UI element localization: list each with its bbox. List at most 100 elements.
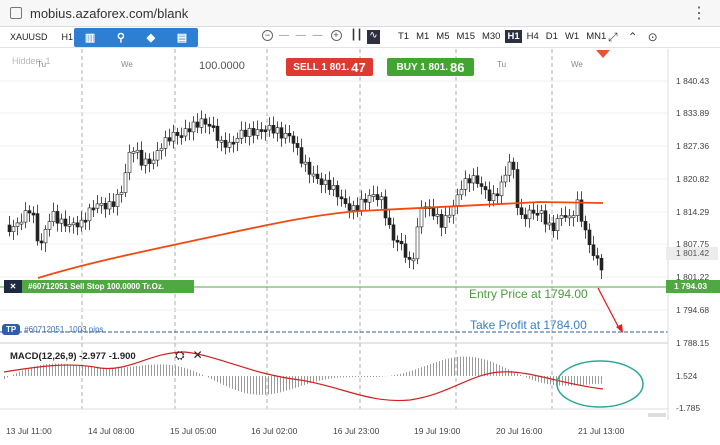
candle	[555, 218, 560, 231]
candle	[403, 243, 408, 258]
candle	[187, 128, 192, 133]
volume-input[interactable]: 100.0000	[199, 60, 245, 72]
time-axis-label: 16 Jul 23:00	[333, 426, 380, 436]
candle	[271, 125, 276, 134]
macd-histogram-bar	[337, 376, 338, 378]
buy-button[interactable]: BUY 1 801. 86	[387, 58, 474, 76]
tp-badge: TP	[2, 324, 21, 335]
pending-order-tag[interactable]: ✕ #60712051 Sell Stop 100.0000 Tr.Oz.	[4, 280, 194, 293]
candle	[395, 239, 400, 243]
macd-histogram-bar	[589, 376, 590, 385]
candle	[443, 215, 448, 228]
candle	[311, 173, 316, 177]
macd-histogram-bar	[358, 376, 359, 378]
macd-histogram-bar	[238, 376, 239, 392]
candle	[135, 149, 140, 153]
price-axis-label: 1 788.15	[676, 338, 710, 348]
candle	[259, 129, 264, 132]
macd-histogram-bar	[283, 376, 284, 392]
macd-histogram-bar	[409, 371, 410, 376]
candle	[283, 132, 288, 139]
take-profit-annotation: Take Profit at 1784.00	[470, 318, 587, 332]
macd-histogram-bar	[235, 376, 236, 390]
candle	[147, 158, 152, 164]
candle	[559, 215, 564, 219]
candle	[419, 208, 424, 228]
sell-button[interactable]: SELL 1 801. 47	[286, 58, 373, 76]
candle	[131, 151, 136, 154]
macd-histogram-bar	[562, 376, 563, 386]
candle	[87, 207, 92, 222]
macd-histogram-bar	[217, 376, 218, 383]
take-profit-tag[interactable]: TP #60712051, 1003 pips	[2, 324, 103, 335]
order-tag-text: #60712051 Sell Stop 100.0000 Tr.Oz.	[28, 282, 165, 291]
macd-axis-label: 1.524	[676, 371, 698, 381]
macd-close-icon[interactable]: ✕	[193, 348, 203, 363]
order-price-tag: 1 794.03	[666, 280, 720, 293]
candle	[123, 172, 128, 193]
candle	[303, 161, 308, 165]
order-close-icon[interactable]: ✕	[4, 280, 22, 293]
candle	[487, 189, 492, 202]
candle	[475, 175, 480, 184]
candle	[291, 135, 296, 144]
macd-histogram-bar	[502, 366, 503, 376]
buy-price-prefix: BUY 1 801.	[396, 61, 449, 73]
macd-histogram-bar	[103, 367, 104, 376]
candle	[399, 240, 404, 245]
time-axis-label: 16 Jul 02:00	[251, 426, 298, 436]
macd-histogram-bar	[430, 364, 431, 376]
horizontal-scrollbar[interactable]	[648, 413, 666, 417]
candle	[495, 193, 500, 197]
time-axis-label: 21 Jul 13:00	[578, 426, 625, 436]
macd-histogram-bar	[580, 376, 581, 386]
candle	[43, 229, 48, 244]
current-price-tag: 1 801.42	[666, 247, 718, 260]
macd-histogram-bar	[247, 376, 248, 394]
macd-histogram-bar	[82, 365, 83, 376]
macd-histogram-bar	[79, 365, 80, 376]
macd-histogram-bar	[508, 369, 509, 376]
macd-histogram-bar	[172, 365, 173, 376]
scroll-marker-icon[interactable]	[596, 50, 610, 58]
macd-histogram-bar	[466, 356, 467, 376]
macd-histogram-bar	[592, 376, 593, 385]
candle	[471, 175, 476, 184]
macd-histogram-bar	[499, 365, 500, 376]
candle	[591, 244, 596, 256]
macd-histogram-bar	[547, 376, 548, 385]
candle	[179, 135, 184, 138]
candle	[543, 210, 548, 225]
macd-histogram-bar	[334, 376, 335, 379]
macd-histogram-bar	[316, 376, 317, 382]
macd-histogram-bar	[256, 376, 257, 395]
macd-settings-icon[interactable]: ⛭	[175, 348, 185, 363]
candle	[491, 193, 496, 202]
macd-histogram-bar	[94, 367, 95, 376]
macd-histogram-bar	[412, 370, 413, 376]
candle	[327, 179, 332, 190]
macd-histogram-bar	[472, 356, 473, 376]
candle	[391, 224, 396, 241]
candle	[583, 220, 588, 231]
macd-histogram-bar	[262, 376, 263, 395]
time-axis-label: 20 Jul 16:00	[496, 426, 543, 436]
candle	[215, 125, 220, 141]
candle	[191, 121, 196, 133]
candle	[199, 118, 204, 128]
macd-histogram-bar	[307, 376, 308, 385]
candle	[71, 222, 76, 226]
day-label: We	[571, 60, 583, 69]
candle	[307, 161, 312, 175]
macd-histogram-bar	[451, 357, 452, 376]
macd-histogram-bar	[463, 356, 464, 376]
candle	[319, 178, 324, 185]
macd-histogram-bar	[373, 376, 374, 378]
candle	[571, 215, 576, 218]
candle	[67, 224, 72, 227]
macd-histogram-bar	[424, 366, 425, 376]
candle	[599, 257, 604, 271]
macd-histogram-bar	[121, 367, 122, 376]
macd-histogram-bar	[295, 376, 296, 388]
macd-histogram-bar	[577, 376, 578, 386]
